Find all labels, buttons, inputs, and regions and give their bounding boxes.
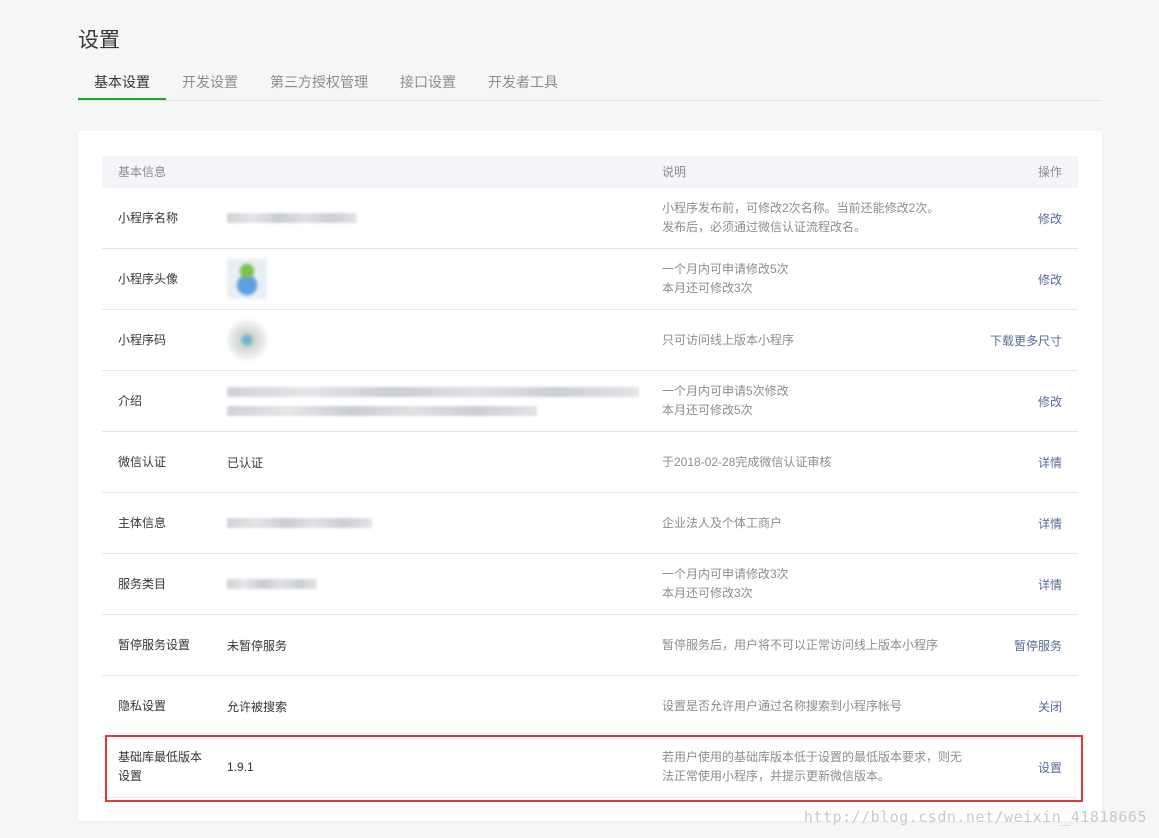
row-label: 介绍	[118, 393, 143, 408]
privacy-toggle-link[interactable]: 关闭	[1038, 676, 1062, 736]
watermark: http://blog.csdn.net/weixin_41818665	[803, 808, 1147, 826]
row-desc-line: 法正常使用小程序，并提示更新微信版本。	[662, 769, 891, 783]
row-value: 允许被搜索	[227, 699, 288, 714]
basic-info-table: 基本信息 说明 操作 小程序名称 小程序发布前，可修改2次名称。当前还能修改2次…	[102, 156, 1078, 798]
tab-api-settings[interactable]: 接口设置	[384, 68, 472, 99]
row-label: 基础库最低版本 设置	[118, 737, 218, 797]
row-desc-line: 发布后，必须通过微信认证流程改名。	[662, 220, 867, 234]
row-desc: 于2018-02-28完成微信认证审核	[662, 454, 832, 469]
category-details-link[interactable]: 详情	[1038, 554, 1062, 614]
row-desc-line: 若用户使用的基础库版本低于设置的最低版本要求，则无	[662, 750, 963, 764]
base-library-settings-link[interactable]: 设置	[1038, 737, 1062, 797]
row-value: 已认证	[227, 455, 264, 470]
row-label: 微信认证	[118, 454, 167, 469]
row-label: 小程序名称	[118, 210, 179, 225]
header-op: 操作	[1037, 165, 1062, 179]
tab-basic-settings[interactable]: 基本设置	[78, 68, 166, 100]
mini-program-code-image	[227, 310, 267, 370]
table-row: 隐私设置 允许被搜索 设置是否允许用户通过名称搜索到小程序帐号 关闭	[102, 676, 1078, 737]
row-desc: 小程序发布前，可修改2次名称。当前还能修改2次。 发布后，必须通过微信认证流程改…	[662, 188, 982, 248]
header-desc: 说明	[662, 165, 687, 179]
category-value-blurred	[227, 554, 317, 614]
row-value: 未暂停服务	[227, 638, 288, 653]
row-label: 主体信息	[118, 515, 167, 530]
row-label: 暂停服务设置	[118, 637, 191, 652]
row-label: 小程序头像	[118, 271, 179, 286]
row-desc: 企业法人及个体工商户	[662, 515, 783, 530]
row-desc: 若用户使用的基础库版本低于设置的最低版本要求，则无 法正常使用小程序，并提示更新…	[662, 737, 982, 797]
download-sizes-link[interactable]: 下载更多尺寸	[990, 310, 1062, 370]
row-desc-line: 本月还可修改3次	[662, 281, 753, 295]
row-desc: 一个月内可申请修改5次 本月还可修改3次	[662, 249, 982, 309]
table-row: 介绍 一个月内可申请5次修改 本月还可修改5次 修改	[102, 371, 1078, 432]
row-desc-line: 本月还可修改3次	[662, 586, 753, 600]
tab-third-party-auth[interactable]: 第三方授权管理	[254, 68, 384, 99]
row-desc: 一个月内可申请5次修改 本月还可修改5次	[662, 371, 982, 431]
row-label-line: 设置	[118, 769, 143, 783]
entity-details-link[interactable]: 详情	[1038, 493, 1062, 553]
row-label: 隐私设置	[118, 698, 167, 713]
name-value-blurred	[227, 188, 357, 248]
tab-dev-settings[interactable]: 开发设置	[166, 68, 254, 99]
tab-dev-tools[interactable]: 开发者工具	[472, 68, 574, 99]
settings-tabs: 基本设置 开发设置 第三方授权管理 接口设置 开发者工具	[78, 68, 1102, 101]
edit-avatar-link[interactable]: 修改	[1038, 249, 1062, 309]
pause-service-link[interactable]: 暂停服务	[1014, 615, 1062, 675]
row-desc: 暂停服务后，用户将不可以正常访问线上版本小程序	[662, 637, 939, 652]
table-row: 暂停服务设置 未暂停服务 暂停服务后，用户将不可以正常访问线上版本小程序 暂停服…	[102, 615, 1078, 676]
table-row: 小程序名称 小程序发布前，可修改2次名称。当前还能修改2次。 发布后，必须通过微…	[102, 188, 1078, 249]
avatar	[227, 249, 267, 309]
row-desc: 只可访问线上版本小程序	[662, 332, 795, 347]
edit-name-link[interactable]: 修改	[1038, 188, 1062, 248]
table-row: 小程序头像 一个月内可申请修改5次 本月还可修改3次 修改	[102, 249, 1078, 310]
page-title: 设置	[78, 29, 120, 52]
row-desc: 设置是否允许用户通过名称搜索到小程序帐号	[662, 698, 903, 713]
row-desc-line: 一个月内可申请5次修改	[662, 384, 789, 398]
table-row: 主体信息 企业法人及个体工商户 详情	[102, 493, 1078, 554]
row-desc-line: 小程序发布前，可修改2次名称。当前还能修改2次。	[662, 201, 940, 215]
row-desc-line: 一个月内可申请修改5次	[662, 262, 789, 276]
row-label: 小程序码	[118, 332, 167, 347]
table-row: 服务类目 一个月内可申请修改3次 本月还可修改3次 详情	[102, 554, 1078, 615]
header-info: 基本信息	[118, 165, 167, 179]
row-desc-line: 本月还可修改5次	[662, 403, 753, 417]
settings-card: 基本信息 说明 操作 小程序名称 小程序发布前，可修改2次名称。当前还能修改2次…	[78, 131, 1102, 821]
row-desc: 一个月内可申请修改3次 本月还可修改3次	[662, 554, 982, 614]
entity-value-blurred	[227, 493, 372, 553]
row-desc-line: 一个月内可申请修改3次	[662, 567, 789, 581]
table-row: 基础库最低版本 设置 1.9.1 若用户使用的基础库版本低于设置的最低版本要求，…	[102, 737, 1078, 798]
table-row: 小程序码 只可访问线上版本小程序 下载更多尺寸	[102, 310, 1078, 371]
row-label-line: 基础库最低版本	[118, 750, 203, 764]
verify-details-link[interactable]: 详情	[1038, 432, 1062, 492]
row-value: 1.9.1	[227, 760, 254, 774]
table-header: 基本信息 说明 操作	[102, 156, 1078, 188]
table-row: 微信认证 已认证 于2018-02-28完成微信认证审核 详情	[102, 432, 1078, 493]
edit-intro-link[interactable]: 修改	[1038, 371, 1062, 431]
row-label: 服务类目	[118, 576, 167, 591]
intro-value-blurred	[227, 371, 639, 431]
